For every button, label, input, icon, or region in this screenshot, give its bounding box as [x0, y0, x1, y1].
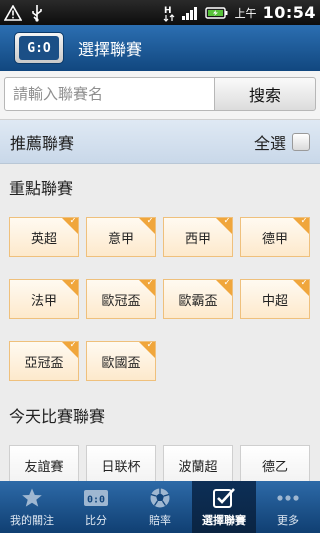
league-tile-label: 法甲 [30, 293, 57, 309]
recommended-header: 推薦聯賽 全選 [0, 120, 320, 164]
league-tile[interactable]: 英超 ✓ [9, 217, 79, 257]
search-bar: 搜索 [0, 71, 320, 120]
nav-label-favorites: 我的關注 [10, 514, 54, 527]
league-tile-label: 英超 [30, 231, 57, 247]
checkmark-icon: ✓ [146, 279, 154, 288]
status-bar: H 上午 10:54 [0, 0, 320, 25]
league-tile-label: 友誼賽 [24, 459, 64, 475]
league-tile-label: 日联杯 [101, 459, 141, 475]
app-logo-text: G:O [19, 36, 59, 60]
select-all-checkbox[interactable] [292, 132, 310, 151]
league-tile[interactable]: 日联杯 [86, 445, 156, 485]
league-tile-label: 歐霸盃 [178, 293, 218, 309]
section-title-key-leagues: 重點聯賽 [9, 179, 74, 198]
league-tile-label: 亞冠盃 [24, 355, 64, 371]
recommended-title: 推薦聯賽 [10, 133, 75, 153]
nav-item-scores[interactable]: 0:0 比分 [64, 481, 128, 533]
checkmark-icon: ✓ [146, 341, 154, 350]
league-tile-label: 波蘭超 [178, 459, 218, 475]
league-tile-label: 歐冠盃 [101, 293, 141, 309]
nav-label-scores: 比分 [85, 514, 107, 527]
nav-item-odds[interactable]: 賠率 [128, 481, 192, 533]
scoreboard-icon: 0:0 [83, 486, 109, 510]
league-tile-label: 德甲 [261, 231, 288, 247]
soccer-ball-icon [149, 486, 171, 510]
checkmark-icon: ✓ [146, 217, 154, 226]
checkmark-icon: ✓ [69, 217, 77, 226]
checkbox-icon [212, 486, 236, 510]
league-tile-label: 德乙 [261, 459, 288, 475]
league-tile[interactable]: 友誼賽 [9, 445, 79, 485]
svg-text:0:0: 0:0 [87, 495, 105, 506]
checkmark-icon: ✓ [69, 279, 77, 288]
league-tile-label: 意甲 [107, 231, 134, 247]
league-tile[interactable]: 德乙 [240, 445, 310, 485]
section-title-today-leagues: 今天比賽聯賽 [9, 407, 106, 426]
more-icon [276, 486, 300, 510]
checkmark-icon: ✓ [223, 217, 231, 226]
checkmark-icon: ✓ [300, 279, 308, 288]
signal-data-icon: H [163, 4, 175, 22]
league-tile[interactable]: 歐國盃 ✓ [86, 341, 156, 381]
league-tile[interactable]: 歐冠盃 ✓ [86, 279, 156, 319]
signal-bars-icon [181, 5, 199, 21]
league-tile[interactable]: 意甲 ✓ [86, 217, 156, 257]
bottom-nav: 我的關注 0:0 比分 賠率 選擇聯賽 更多 [0, 481, 320, 533]
league-tile-label: 西甲 [184, 231, 211, 247]
battery-icon [204, 6, 229, 20]
svg-text:H: H [164, 6, 172, 16]
select-all-toggle[interactable]: 全選 [254, 130, 310, 154]
app-bar: G:O 選擇聯賽 [0, 25, 320, 71]
league-tile[interactable]: 中超 ✓ [240, 279, 310, 319]
status-time: 10:54 [262, 3, 316, 22]
league-tile[interactable]: 德甲 ✓ [240, 217, 310, 257]
league-tile[interactable]: 西甲 ✓ [163, 217, 233, 257]
select-all-label: 全選 [253, 133, 286, 153]
league-tile-label: 歐國盃 [101, 355, 141, 371]
search-button[interactable]: 搜索 [214, 77, 316, 111]
league-tile[interactable]: 法甲 ✓ [9, 279, 79, 319]
league-tile[interactable]: 歐霸盃 ✓ [163, 279, 233, 319]
league-tile[interactable]: 波蘭超 [163, 445, 233, 485]
search-input[interactable] [4, 77, 216, 111]
warning-icon [4, 4, 22, 21]
nav-item-more[interactable]: 更多 [256, 481, 320, 533]
app-logo: G:O [14, 32, 64, 64]
usb-icon [30, 4, 44, 22]
page-title: 選擇聯賽 [78, 40, 143, 59]
star-icon [21, 486, 43, 510]
checkmark-icon: ✓ [69, 341, 77, 350]
nav-item-select-league[interactable]: 選擇聯賽 [192, 481, 256, 533]
checkmark-icon: ✓ [223, 279, 231, 288]
nav-item-favorites[interactable]: 我的關注 [0, 481, 64, 533]
league-tile[interactable]: 亞冠盃 ✓ [9, 341, 79, 381]
league-tile-label: 中超 [261, 293, 288, 309]
nav-label-more: 更多 [277, 514, 299, 527]
checkmark-icon: ✓ [300, 217, 308, 226]
nav-label-odds: 賠率 [149, 514, 171, 527]
nav-label-select-league: 選擇聯賽 [202, 514, 246, 527]
status-ampm: 上午 [234, 6, 257, 20]
